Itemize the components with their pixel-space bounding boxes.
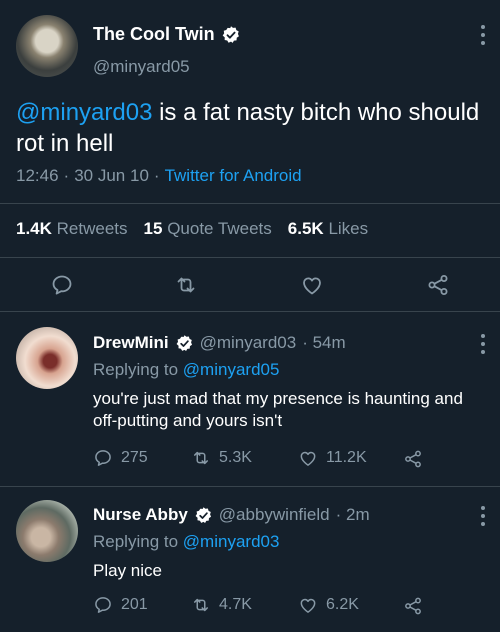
retweet-icon[interactable] <box>174 273 198 297</box>
quote-tweets-stat[interactable]: 15 Quote Tweets <box>144 219 272 239</box>
reply-count: 201 <box>121 596 148 613</box>
replying-label: Replying to <box>93 532 179 551</box>
reply-time: · 54m <box>302 333 346 352</box>
mention-link[interactable]: @minyard03 <box>16 99 152 126</box>
reply-display-name[interactable]: DrewMini <box>93 333 169 353</box>
verified-icon <box>194 506 213 525</box>
meta-separator: · <box>63 166 70 185</box>
retweet-count: 5.3K <box>219 449 252 466</box>
author-name-row: The Cool Twin <box>93 24 241 45</box>
share-icon[interactable] <box>403 449 423 469</box>
reply-handle[interactable]: @abbywinfield <box>219 505 330 525</box>
reply-avatar[interactable] <box>16 500 78 562</box>
reply-time: · 2m <box>335 505 370 524</box>
retweets-label: Retweets <box>56 219 128 238</box>
replying-label: Replying to <box>93 360 179 379</box>
reply-actions: 201 4.7K 6.2K <box>93 595 493 619</box>
reply-avatar[interactable] <box>16 327 78 389</box>
tweet-source[interactable]: Twitter for Android <box>165 166 302 186</box>
replying-to: Replying to @minyard03 <box>93 532 279 552</box>
reply-icon[interactable] <box>50 273 74 297</box>
reply-icon <box>93 448 113 468</box>
tweet-time: 12:46 <box>16 166 59 185</box>
reply-header: Nurse Abby @abbywinfield · 2m <box>93 505 370 525</box>
reply-count-button[interactable]: 275 <box>93 448 148 468</box>
quotes-label: Quote Tweets <box>167 219 272 238</box>
like-icon <box>298 595 318 615</box>
divider <box>0 203 500 204</box>
more-icon[interactable] <box>478 25 488 45</box>
divider <box>0 486 500 487</box>
reply-actions: 275 5.3K 11.2K <box>93 448 493 472</box>
retweets-count: 1.4K <box>16 219 52 238</box>
likes-count: 6.5K <box>287 219 324 238</box>
likes-stat[interactable]: 6.5K Likes <box>288 219 368 239</box>
reply-count: 275 <box>121 449 148 466</box>
reply-icon <box>93 595 113 615</box>
divider <box>0 257 500 258</box>
replying-to-link[interactable]: @minyard05 <box>183 360 280 379</box>
reply-text: Play nice <box>93 561 162 580</box>
more-icon[interactable] <box>478 334 488 354</box>
reply-text: you're just mad that my presence is haun… <box>93 389 463 430</box>
share-icon[interactable] <box>403 596 423 616</box>
like-count-button[interactable]: 11.2K <box>298 448 367 468</box>
verified-icon <box>175 334 194 353</box>
meta-separator: · <box>153 166 160 185</box>
like-icon <box>298 448 318 468</box>
retweets-stat[interactable]: 1.4K Retweets <box>16 219 128 239</box>
likes-label: Likes <box>328 219 369 238</box>
verified-icon <box>221 25 241 45</box>
like-count: 11.2K <box>326 449 367 466</box>
reply-display-name[interactable]: Nurse Abby <box>93 505 188 525</box>
author-handle[interactable]: @minyard05 <box>93 57 190 77</box>
share-icon[interactable] <box>426 273 450 297</box>
quotes-count: 15 <box>143 219 163 238</box>
more-icon[interactable] <box>478 506 488 526</box>
like-icon[interactable] <box>300 273 324 297</box>
tweet-meta: 12:46 · 30 Jun 10 · Twitter for Android <box>16 166 302 186</box>
like-count: 6.2K <box>326 596 359 613</box>
replying-to: Replying to @minyard05 <box>93 360 279 380</box>
tweet-stats: 1.4K Retweets 15 Quote Tweets 6.5K Likes <box>16 219 368 239</box>
retweet-count-button[interactable]: 5.3K <box>191 448 252 468</box>
retweet-count: 4.7K <box>219 596 252 613</box>
retweet-icon <box>191 595 211 615</box>
reply-handle[interactable]: @minyard03 <box>200 333 297 353</box>
replying-to-link[interactable]: @minyard03 <box>183 532 280 551</box>
author-display-name[interactable]: The Cool Twin <box>93 24 215 45</box>
tweet-text: @minyard03 is a fat nasty bitch who shou… <box>16 97 486 159</box>
divider <box>0 311 500 312</box>
tweet-date: 30 Jun 10 <box>74 166 149 185</box>
author-avatar[interactable] <box>16 15 78 77</box>
reply-header: DrewMini @minyard03 · 54m <box>93 333 346 353</box>
retweet-count-button[interactable]: 4.7K <box>191 595 252 615</box>
reply-count-button[interactable]: 201 <box>93 595 148 615</box>
retweet-icon <box>191 448 211 468</box>
like-count-button[interactable]: 6.2K <box>298 595 359 615</box>
